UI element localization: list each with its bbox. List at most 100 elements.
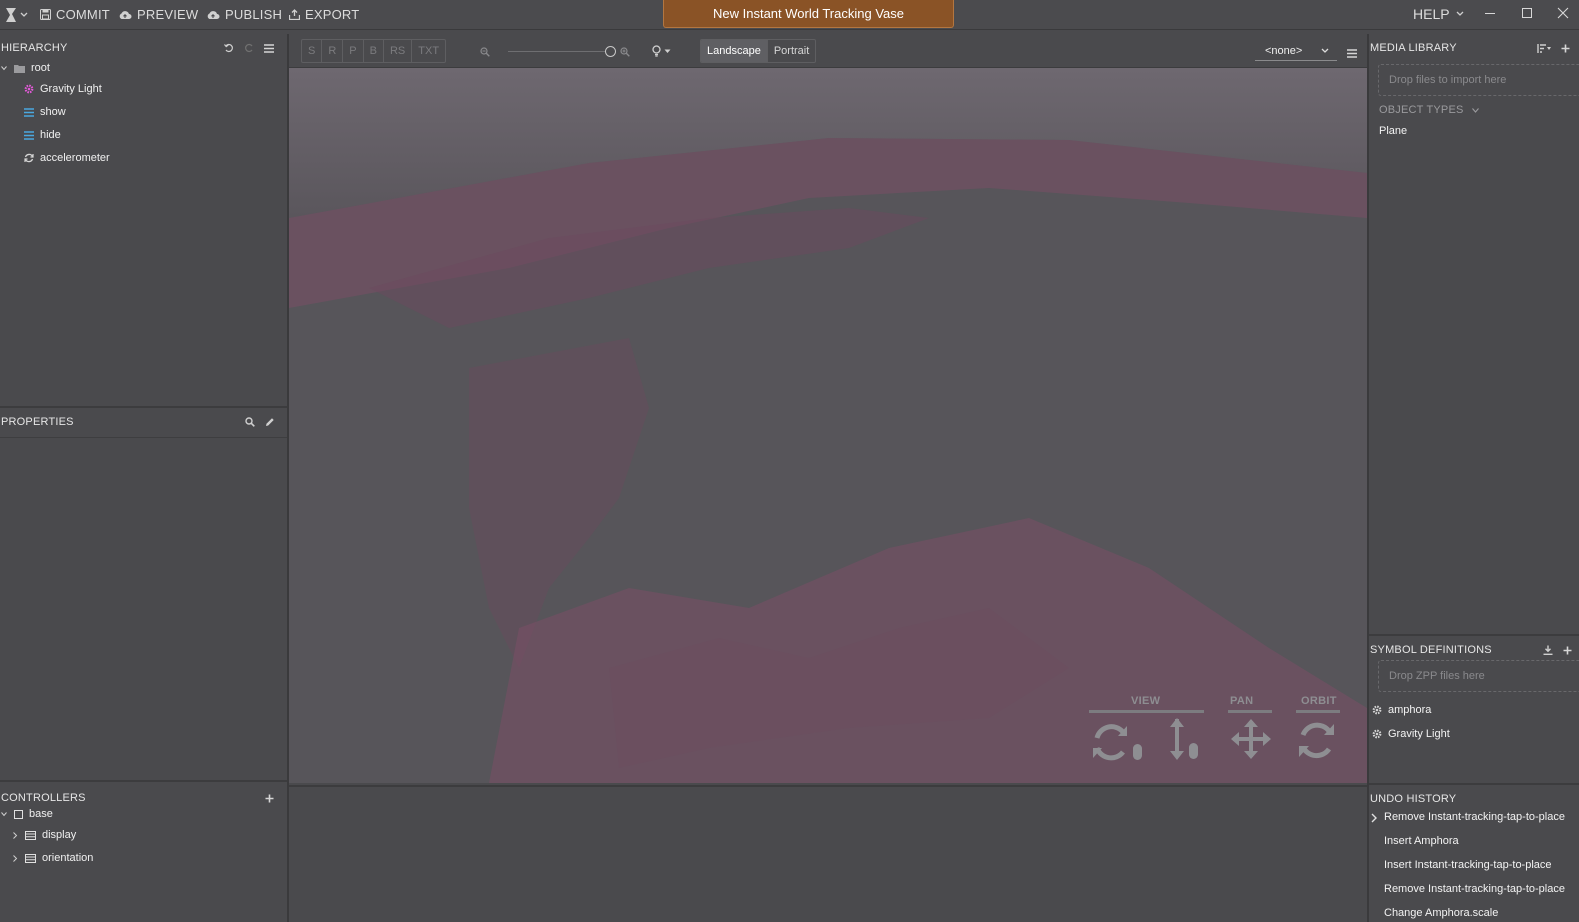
media-library-tools	[1537, 36, 1570, 60]
chevron-right-icon[interactable]	[11, 854, 19, 862]
undo-history-panel: UNDO HISTORY Remove Instant-tracking-tap…	[1369, 787, 1579, 922]
minimize-icon	[1485, 13, 1495, 14]
tree-item-gravity-light[interactable]: Gravity Light	[24, 79, 102, 99]
mode-scale-button[interactable]: S	[302, 40, 323, 62]
list-icon	[24, 107, 34, 117]
tree-item-root[interactable]: root	[0, 58, 50, 78]
list-icon	[24, 130, 34, 140]
commit-button[interactable]: COMMIT	[40, 7, 110, 22]
view-dolly-icon[interactable]	[1167, 715, 1207, 768]
camera-navigation-overlay: VIEW PAN ORBIT	[1089, 695, 1349, 775]
close-icon	[1557, 7, 1569, 19]
symbol-item-amphora[interactable]: amphora	[1372, 704, 1431, 716]
view-rotate-icon[interactable]	[1093, 720, 1145, 767]
export-button[interactable]: EXPORT	[289, 7, 359, 22]
undo-item[interactable]: Insert Amphora	[1384, 835, 1459, 847]
undo-item[interactable]: Remove Instant-tracking-tap-to-place	[1384, 883, 1565, 895]
current-state-chevron-icon	[1371, 812, 1377, 826]
object-type-item[interactable]: Plane	[1379, 125, 1407, 137]
chevron-down-icon[interactable]	[0, 65, 8, 71]
help-menu[interactable]: HELP	[1413, 6, 1464, 22]
add-media-icon[interactable]	[1561, 44, 1570, 53]
object-types-toggle[interactable]: OBJECT TYPES	[1379, 104, 1479, 116]
search-icon[interactable]	[245, 417, 255, 427]
undo-icon[interactable]	[224, 43, 234, 53]
nav-orbit-underline	[1296, 710, 1340, 713]
tree-item-show[interactable]: show	[24, 102, 66, 122]
zoom-out-icon[interactable]	[480, 46, 490, 60]
camera-select[interactable]: <none>	[1255, 41, 1337, 61]
media-drop-zone[interactable]: Drop files to import here	[1378, 64, 1579, 96]
redo-icon[interactable]	[244, 43, 254, 53]
transform-mode-group: S R P B RS TXT	[301, 39, 447, 63]
camera-feed-background	[289, 68, 1367, 783]
controller-item-orientation[interactable]: orientation	[11, 848, 93, 868]
nav-view-underline	[1089, 710, 1204, 713]
preview-button[interactable]: PREVIEW	[118, 7, 198, 22]
viewport-menu-icon[interactable]	[1347, 47, 1357, 61]
tree-item-label: hide	[40, 129, 61, 141]
gear-icon	[1372, 729, 1382, 739]
export-icon	[289, 9, 300, 20]
zoom-in-icon[interactable]	[620, 46, 630, 60]
add-controller-icon[interactable]	[265, 794, 274, 803]
mode-position-button[interactable]: P	[343, 40, 364, 62]
sort-icon[interactable]	[1537, 43, 1551, 53]
mode-rotate-button[interactable]: R	[322, 40, 344, 62]
properties-header: PROPERTIES	[1, 416, 74, 428]
table-icon	[25, 853, 36, 863]
nav-view-label: VIEW	[1131, 695, 1161, 707]
mode-rs-button[interactable]: RS	[384, 40, 413, 62]
cloud-upload-icon	[119, 10, 132, 19]
mode-bounds-button[interactable]: B	[364, 40, 384, 62]
tree-item-label: accelerometer	[40, 152, 110, 164]
publish-label: PUBLISH	[225, 7, 283, 22]
tree-item-label: Gravity Light	[40, 83, 102, 95]
pan-icon[interactable]	[1229, 717, 1273, 764]
publish-button[interactable]: PUBLISH	[206, 7, 282, 22]
close-button[interactable]	[1553, 4, 1573, 24]
chevron-right-icon[interactable]	[11, 831, 19, 839]
undo-item[interactable]: Change Amphora.scale	[1384, 907, 1498, 919]
nav-orbit-label: ORBIT	[1301, 695, 1337, 707]
app-logo-menu[interactable]	[4, 6, 30, 24]
download-icon[interactable]	[1543, 645, 1553, 655]
lighting-dropdown[interactable]	[652, 45, 671, 57]
zoom-slider-track[interactable]	[508, 51, 611, 52]
maximize-button[interactable]	[1517, 4, 1537, 24]
tree-item-accelerometer[interactable]: accelerometer	[24, 148, 110, 168]
zpp-drop-zone[interactable]: Drop ZPP files here	[1378, 660, 1579, 692]
orientation-toggle: Landscape Portrait	[700, 39, 817, 63]
undo-history-header: UNDO HISTORY	[1370, 793, 1457, 805]
orbit-icon[interactable]	[1297, 719, 1339, 764]
controller-item-display[interactable]: display	[11, 825, 76, 845]
top-toolbar: COMMIT PREVIEW PUBLISH EXPORT New Instan…	[0, 0, 1579, 30]
table-icon	[25, 830, 36, 840]
chevron-down-icon	[20, 12, 28, 17]
scene-viewport[interactable]: VIEW PAN ORBIT	[289, 68, 1367, 783]
zoom-slider-handle[interactable]	[605, 46, 616, 57]
chevron-down-icon	[664, 49, 671, 53]
undo-item[interactable]: Remove Instant-tracking-tap-to-place	[1384, 811, 1565, 823]
hierarchy-panel: HIERARCHY root Gravity Light show hide a…	[0, 36, 287, 408]
help-label: HELP	[1413, 6, 1450, 22]
hamburger-menu-icon[interactable]	[264, 43, 274, 53]
controller-item-base[interactable]: base	[0, 804, 53, 824]
add-symbol-icon[interactable]	[1563, 646, 1572, 655]
project-title[interactable]: New Instant World Tracking Vase	[663, 0, 954, 28]
minimize-button[interactable]	[1480, 4, 1500, 24]
undo-item[interactable]: Insert Instant-tracking-tap-to-place	[1384, 859, 1552, 871]
pencil-icon[interactable]	[265, 417, 275, 427]
tree-item-hide[interactable]: hide	[24, 125, 61, 145]
portrait-button[interactable]: Portrait	[766, 40, 815, 62]
mode-text-button[interactable]: TXT	[412, 40, 445, 62]
commit-label: COMMIT	[56, 7, 110, 22]
square-icon	[14, 809, 23, 819]
preview-label: PREVIEW	[137, 7, 199, 22]
landscape-button[interactable]: Landscape	[701, 40, 767, 62]
chevron-down-icon[interactable]	[0, 811, 8, 817]
properties-panel: PROPERTIES	[0, 410, 287, 782]
app-logo-icon	[6, 8, 16, 22]
symbol-definitions-tools	[1543, 638, 1572, 662]
symbol-item-gravity-light[interactable]: Gravity Light	[1372, 728, 1450, 740]
